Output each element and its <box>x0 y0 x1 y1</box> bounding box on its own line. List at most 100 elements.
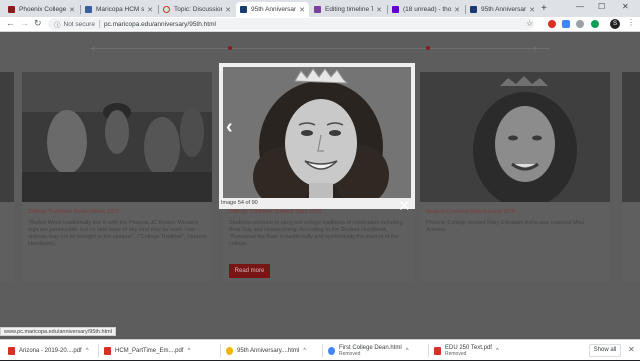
timeline-track <box>90 48 550 49</box>
timeline-card-edge-right <box>622 72 640 282</box>
read-more-button[interactable]: Read more <box>229 264 270 278</box>
info-icon[interactable]: ⓘ <box>54 19 61 29</box>
card-caption: College Traditions Student Spirit 1973 <box>229 209 322 215</box>
download-status: Removed <box>339 350 361 357</box>
reload-icon[interactable]: ↻ <box>34 18 42 29</box>
tab-label: Editing timeline Tc <box>325 6 374 13</box>
extension-gray-icon[interactable] <box>576 20 584 28</box>
shelf-divider <box>98 344 99 357</box>
url-text[interactable]: pc.maricopa.edu/anniversary/95th.html <box>104 21 216 28</box>
tab-phoenix-college[interactable]: Phoenix College ✕ <box>4 2 79 17</box>
tab-label: 95th Anniversary <box>481 6 527 13</box>
discussion-favicon-icon <box>163 6 170 13</box>
back-arrow-icon[interactable]: ← <box>6 18 15 28</box>
pdf-file-icon <box>434 346 441 355</box>
download-status: Removed <box>445 350 467 357</box>
tab-unread-mail[interactable]: (18 unread) - thom ✕ <box>388 2 464 17</box>
card-photo <box>622 72 640 202</box>
chevron-up-icon[interactable]: ^ <box>406 348 409 354</box>
window-close-icon[interactable]: ✕ <box>622 2 629 11</box>
timeline-card-edge-left <box>0 72 14 282</box>
extension-green-icon[interactable] <box>591 20 599 28</box>
timeline-card-miss-arizona[interactable]: Student Crowned Miss Arizona 1974 Phoeni… <box>420 72 610 282</box>
download-item[interactable]: EDU 250 Text.pdf Removed ^ <box>434 340 514 361</box>
timeline-next-icon[interactable]: › <box>534 43 537 53</box>
portrait-photo-image <box>223 67 411 198</box>
card-caption: Student Crowned Miss Arizona 1974 <box>426 209 515 215</box>
chevron-up-icon[interactable]: ^ <box>187 348 190 354</box>
tab-close-icon[interactable]: ✕ <box>225 6 231 14</box>
card-body: Students continue to carry out college t… <box>229 220 403 247</box>
anniversary-favicon-icon <box>470 6 477 13</box>
tab-95th-anniversary-active[interactable]: 95th Anniversary ✕ <box>236 2 309 17</box>
card-photo-miss-arizona <box>420 72 610 202</box>
tab-label: Phoenix College <box>19 6 67 13</box>
chrome-menu-icon[interactable]: ⋮ <box>627 18 635 27</box>
download-filename: Arizona - 2019-20....pdf <box>19 347 82 354</box>
chevron-up-icon[interactable]: ^ <box>496 348 499 354</box>
maximize-icon[interactable]: ☐ <box>598 2 605 11</box>
tab-label: Topic: Discussion <box>174 6 223 13</box>
pdf-file-icon <box>104 346 111 355</box>
browser-toolbar: ← → ↻ ⓘ Not secure pc.maricopa.edu/anniv… <box>0 17 640 32</box>
lightbox: Image 54 of 90 <box>219 63 415 209</box>
card-photo-rodeo <box>22 72 212 202</box>
chrome-html-file-icon <box>328 346 335 355</box>
tab-95th-anniversary-2[interactable]: 95th Anniversary ✕ <box>466 2 539 17</box>
editing-favicon-icon <box>314 6 321 13</box>
download-item[interactable]: 95th Anniversary....html ^ <box>226 340 318 361</box>
card-body: Phoenix College student Mary Elizabeth A… <box>426 220 585 233</box>
status-url: www.pc.maricopa.edu/anniversary/95th.htm… <box>0 327 116 336</box>
download-filename: HCM_PartTime_Em....pdf <box>115 347 184 354</box>
anniversary-favicon-icon <box>240 6 247 13</box>
omnibox-divider <box>98 20 100 28</box>
tab-topic-discussion[interactable]: Topic: Discussion ✕ <box>159 2 235 17</box>
new-tab-icon[interactable]: + <box>541 3 547 14</box>
profile-avatar[interactable]: S <box>610 19 620 29</box>
card-body: "Rodeo Week traditionally ties in with t… <box>28 220 206 247</box>
bookmark-star-icon[interactable]: ☆ <box>526 19 533 28</box>
shelf-divider <box>220 344 221 357</box>
download-item[interactable]: HCM_PartTime_Em....pdf ^ <box>104 340 214 361</box>
lightbox-counter: Image 54 of 90 <box>221 200 258 206</box>
tab-label: (18 unread) - thom <box>403 6 452 13</box>
download-filename: 95th Anniversary....html <box>237 347 300 354</box>
tab-strip: Phoenix College ✕ Maricopa HCM se ✕ Topi… <box>0 0 640 17</box>
phoenix-college-favicon-icon <box>8 6 15 13</box>
tab-close-icon[interactable]: ✕ <box>299 6 305 14</box>
tab-close-icon[interactable]: ✕ <box>376 6 382 14</box>
download-item[interactable]: First College Dean.html Removed ^ <box>328 340 420 361</box>
timeline-marker[interactable] <box>426 46 430 50</box>
shelf-divider <box>322 344 323 357</box>
lightbox-image <box>223 67 411 198</box>
tab-close-icon[interactable]: ✕ <box>69 6 75 14</box>
chevron-left-icon[interactable]: ‹ <box>226 116 233 139</box>
extension-blue-icon[interactable] <box>562 20 570 28</box>
forward-arrow-icon[interactable]: → <box>20 18 29 28</box>
tab-close-icon[interactable]: ✕ <box>147 6 153 14</box>
extension-red-icon[interactable] <box>548 20 556 28</box>
tab-maricopa-hcm[interactable]: Maricopa HCM se ✕ <box>81 2 157 17</box>
download-item[interactable]: Arizona - 2019-20....pdf ^ <box>8 340 90 361</box>
tab-close-icon[interactable]: ✕ <box>529 6 535 14</box>
chevron-up-icon[interactable]: ^ <box>303 348 306 354</box>
show-all-button[interactable]: Show all <box>589 344 621 357</box>
tab-label: 95th Anniversary <box>251 6 297 13</box>
maricopa-favicon-icon <box>85 6 92 13</box>
chrome-html-file-icon <box>226 346 233 355</box>
security-label: Not secure <box>63 20 95 28</box>
chevron-up-icon[interactable]: ^ <box>86 348 89 354</box>
close-shelf-icon[interactable]: ✕ <box>628 345 635 354</box>
timeline-prev-icon[interactable]: ‹ <box>92 43 95 53</box>
address-bar[interactable]: ⓘ Not secure pc.maricopa.edu/anniversary… <box>48 18 534 30</box>
tab-close-icon[interactable]: ✕ <box>454 6 460 14</box>
tab-editing-timeline[interactable]: Editing timeline Tc ✕ <box>310 2 386 17</box>
download-shelf: Arizona - 2019-20....pdf ^ HCM_PartTime_… <box>0 339 640 360</box>
pdf-file-icon <box>8 346 15 355</box>
timeline-marker[interactable] <box>228 46 232 50</box>
card-caption: College Traditions Rodeo Week 1972 <box>28 209 120 215</box>
mail-favicon-icon <box>392 6 399 13</box>
minimize-icon[interactable]: — <box>576 2 584 11</box>
close-icon[interactable]: ✕ <box>398 197 411 215</box>
timeline-card-rodeo-week[interactable]: College Traditions Rodeo Week 1972 "Rode… <box>22 72 212 282</box>
